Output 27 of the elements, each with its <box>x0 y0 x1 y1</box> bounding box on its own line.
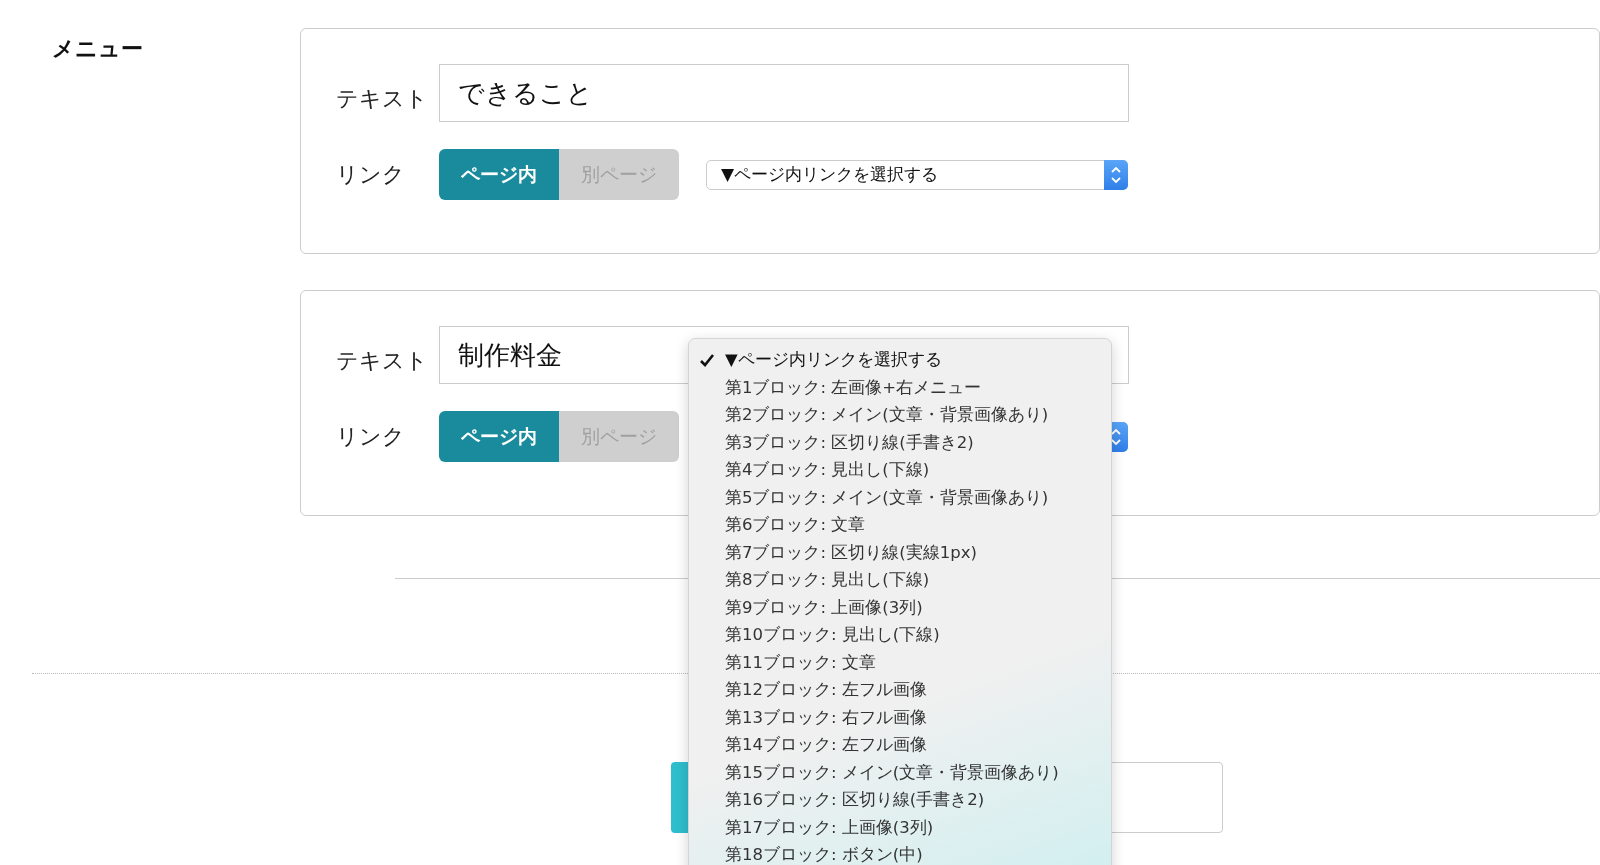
dropdown-option[interactable]: 第10ブロック: 見出し(下線) <box>725 624 940 647</box>
dropdown-option[interactable]: 第11ブロック: 文章 <box>725 651 876 674</box>
anchor-select[interactable]: ▼ページ内リンクを選択する <box>706 159 1128 190</box>
dropdown-option[interactable]: 第13ブロック: 右フル画像 <box>725 706 927 729</box>
dropdown-option[interactable]: 第12ブロック: 左フル画像 <box>725 679 927 702</box>
field-label: リンク <box>336 422 406 451</box>
dropdown-option[interactable]: 第9ブロック: 上画像(3列) <box>725 596 923 619</box>
dropdown-option[interactable]: 第2ブロック: メイン(文章・背景画像あり) <box>725 404 1049 427</box>
field-label: テキスト <box>336 347 429 375</box>
dropdown-option[interactable]: 第16ブロック: 区切り線(手書き2) <box>725 789 985 812</box>
dropdown-option[interactable]: 第6ブロック: 文章 <box>725 514 866 537</box>
link-type-toggle[interactable]: ページ内 <box>439 411 559 462</box>
text-input[interactable]: できること <box>439 64 1129 122</box>
dropdown-option[interactable]: 第18ブロック: ボタン(中) <box>725 844 923 865</box>
section-title: メニュー <box>52 35 144 63</box>
dropdown-option[interactable]: ▼ページ内リンクを選択する <box>725 349 942 372</box>
dropdown-option[interactable]: 第7ブロック: 区切り線(実線1px) <box>725 541 977 564</box>
dropdown-option[interactable]: 第8ブロック: 見出し(下線) <box>725 569 930 592</box>
field-label: リンク <box>336 160 406 189</box>
link-type-toggle[interactable]: ページ内 <box>439 149 559 200</box>
dropdown-option[interactable]: 第15ブロック: メイン(文章・背景画像あり) <box>725 761 1059 784</box>
dropdown-option[interactable]: 第4ブロック: 見出し(下線) <box>725 459 930 482</box>
dropdown-option[interactable]: 第14ブロック: 左フル画像 <box>725 734 927 757</box>
field-label: テキスト <box>336 85 429 113</box>
dropdown-option[interactable]: 第17ブロック: 上画像(3列) <box>725 816 934 839</box>
dropdown-option[interactable]: 第3ブロック: 区切り線(手書き2) <box>725 431 974 454</box>
dropdown-option[interactable]: 第5ブロック: メイン(文章・背景画像あり) <box>725 486 1049 509</box>
